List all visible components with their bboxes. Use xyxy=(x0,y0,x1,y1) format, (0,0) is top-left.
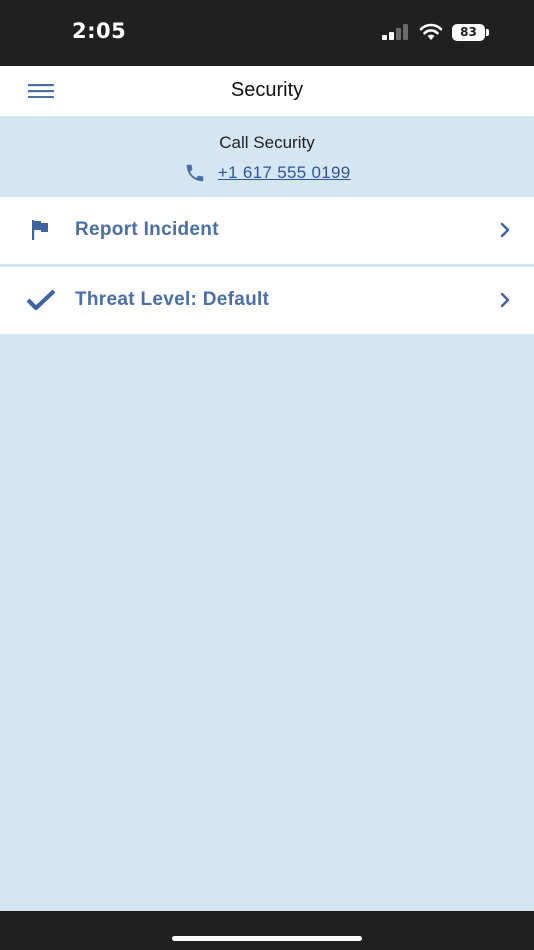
battery-icon: 83 xyxy=(452,24,489,41)
wifi-icon xyxy=(419,23,443,40)
phone-icon xyxy=(187,164,204,182)
call-security-label: Call Security xyxy=(219,133,315,152)
home-indicator-bar xyxy=(0,911,534,950)
flag-icon xyxy=(32,220,48,240)
checkmark-icon xyxy=(26,289,56,311)
report-incident-row[interactable]: Report Incident xyxy=(0,197,534,264)
call-security-panel: Call Security +1 617 555 0199 xyxy=(0,116,534,197)
home-indicator[interactable] xyxy=(172,936,362,941)
status-time: 2:05 xyxy=(72,19,127,43)
page-title: Security xyxy=(230,79,304,101)
chevron-right-icon xyxy=(500,292,510,308)
threat-level-row[interactable]: Threat Level: Default xyxy=(0,267,534,334)
phone-number-link[interactable]: +1 617 555 0199 xyxy=(218,163,351,183)
threat-level-label: Threat Level: Default xyxy=(75,289,270,310)
report-incident-label: Report Incident xyxy=(75,219,219,240)
battery-level: 83 xyxy=(452,24,485,41)
chevron-right-icon xyxy=(500,222,510,238)
status-bar: 2:05 83 xyxy=(0,0,534,66)
navigation-bar: Security xyxy=(0,66,534,116)
signal-icon xyxy=(382,24,408,40)
phone-row: +1 617 555 0199 xyxy=(0,162,534,184)
